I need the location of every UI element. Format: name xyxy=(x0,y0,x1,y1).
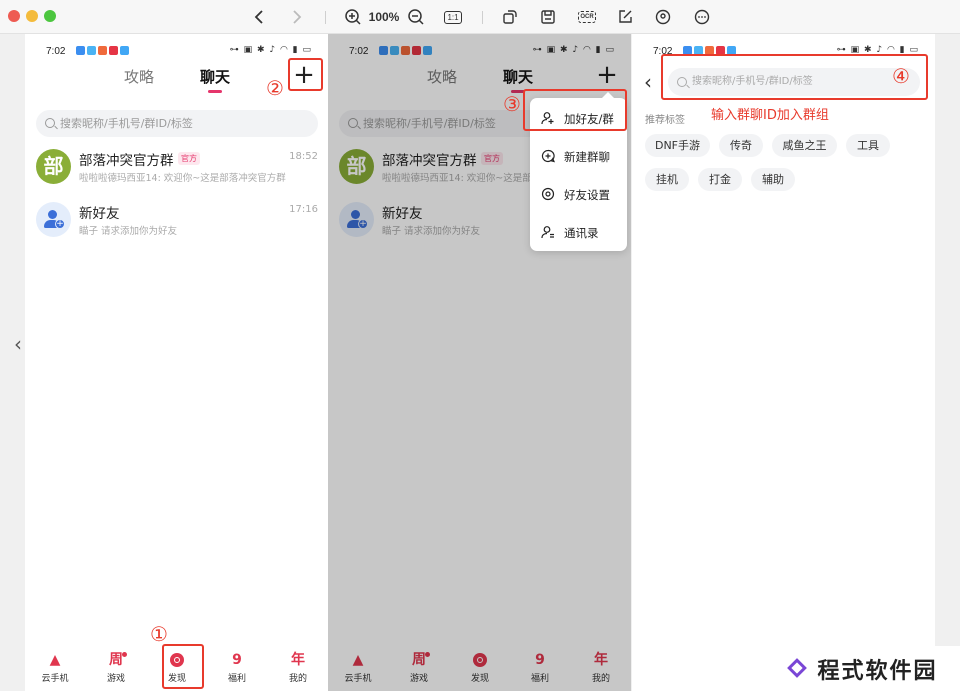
friend-settings-icon xyxy=(541,187,555,201)
nav-label: 云手机 xyxy=(41,674,69,684)
app-notification-icon xyxy=(98,46,107,55)
app-notification-icon xyxy=(76,46,85,55)
menu-label: 通讯录 xyxy=(564,226,599,240)
actual-size-label: 1:1 xyxy=(444,10,462,24)
menu-label: 新建群聊 xyxy=(564,150,610,164)
new-friend-avatar-icon: + xyxy=(36,202,71,237)
step-marker-1: ① xyxy=(150,622,168,646)
official-badge: 官方 xyxy=(178,152,200,165)
tag-chip[interactable]: 传奇 xyxy=(719,134,763,157)
profile-icon: 年 xyxy=(291,652,305,668)
cloud-phone-icon: ▲ xyxy=(49,652,61,668)
nav-games[interactable]: 周 游戏 xyxy=(96,651,136,684)
week-icon: 周 xyxy=(109,652,123,668)
ocr-label: OCR xyxy=(578,11,596,23)
actual-size-button[interactable]: 1:1 xyxy=(443,5,463,29)
welfare-icon: 9 xyxy=(232,652,242,668)
chat-name: 新好友 xyxy=(79,206,120,222)
zoom-level[interactable]: 100% xyxy=(368,5,400,29)
app-notification-icon xyxy=(120,46,129,55)
nav-label: 福利 xyxy=(227,674,246,684)
edit-icon[interactable] xyxy=(615,5,635,29)
new-group-icon xyxy=(541,149,556,163)
search-input[interactable]: 搜索昵称/手机号/群ID/标签 xyxy=(36,110,318,137)
rotate-icon[interactable] xyxy=(500,5,520,29)
highlight-box-add-friend xyxy=(523,89,627,131)
back-arrow-icon[interactable]: ‹ xyxy=(644,70,652,94)
phone-screen-menu: 7:02 ⊶ ▣ ✱ ♪ ◠ ▮ ▭ 攻略 聊天 + 搜索昵称/手机号/群ID/… xyxy=(328,34,631,691)
tag-chip[interactable]: 辅助 xyxy=(751,168,795,191)
nav-label: 我的 xyxy=(288,674,307,684)
contacts-icon xyxy=(541,225,555,239)
maximize-window-button[interactable] xyxy=(44,10,56,22)
brand-logo-icon xyxy=(787,658,809,680)
active-tab-indicator xyxy=(208,90,222,93)
zoom-out-icon[interactable] xyxy=(406,5,426,29)
menu-item-new-group[interactable]: 新建群聊 xyxy=(530,138,627,175)
chat-time: 17:16 xyxy=(289,204,318,215)
nav-welfare[interactable]: 9 福利 xyxy=(217,651,257,684)
phone-screen-chat: 7:02 ⊶ ▣ ✱ ♪ ◠ ▮ ▭ 攻略 聊天 + ② 搜索昵称/手机号/群I… xyxy=(25,34,328,691)
step-marker-2: ② xyxy=(266,76,284,100)
menu-label: 好友设置 xyxy=(564,188,610,202)
tab-chat[interactable]: 聊天 xyxy=(200,66,230,87)
save-icon[interactable] xyxy=(538,5,558,29)
viewer-toolbar: 100% 1:1 OCR xyxy=(0,0,960,34)
step-marker-3: ③ xyxy=(503,92,521,116)
menu-item-friend-settings[interactable]: 好友设置 xyxy=(530,176,627,213)
status-app-icons xyxy=(76,46,129,55)
highlight-box-search xyxy=(661,54,928,100)
status-indicators: ⊶ ▣ ✱ ♪ ◠ ▮ ▭ xyxy=(229,45,312,55)
app-notification-icon xyxy=(109,46,118,55)
location-pin-icon[interactable] xyxy=(653,5,673,29)
chat-preview: 瞄子 请求添加你为好友 xyxy=(79,226,178,237)
watermark-text: 程式软件园 xyxy=(817,658,938,684)
recommended-tags-label: 推荐标签 xyxy=(645,115,685,126)
chat-item-group[interactable]: 部 部落冲突官方群 官方 18:52 啦啦啦德玛西亚14: 欢迎你~这是部落冲突… xyxy=(36,149,318,195)
search-placeholder: 搜索昵称/手机号/群ID/标签 xyxy=(60,117,193,130)
tag-chip[interactable]: 咸鱼之王 xyxy=(772,134,837,157)
nav-cloud-phone[interactable]: ▲ 云手机 xyxy=(35,651,75,684)
tab-guides[interactable]: 攻略 xyxy=(124,66,154,87)
tag-chip[interactable]: 挂机 xyxy=(645,168,689,191)
chat-preview: 啦啦啦德玛西亚14: 欢迎你~这是部落冲突官方群 xyxy=(79,173,286,184)
chat-time: 18:52 xyxy=(289,151,318,162)
nav-profile[interactable]: 年 我的 xyxy=(278,651,318,684)
tag-chip[interactable]: DNF手游 xyxy=(645,134,710,157)
chat-item-new-friend[interactable]: + 新好友 17:16 瞄子 请求添加你为好友 xyxy=(36,202,318,248)
watermark: 程式软件园 xyxy=(765,646,960,691)
highlight-box-discover xyxy=(162,644,204,689)
annotation-text: 输入群聊ID加入群组 xyxy=(711,108,829,123)
highlight-box-plus xyxy=(288,58,323,91)
more-options-icon[interactable] xyxy=(692,5,712,29)
search-icon xyxy=(45,118,55,128)
tag-chip[interactable]: 打金 xyxy=(698,168,742,191)
group-avatar: 部 xyxy=(36,149,71,184)
nav-label: 游戏 xyxy=(106,674,125,684)
close-window-button[interactable] xyxy=(8,10,20,22)
back-arrow-icon[interactable] xyxy=(249,5,269,29)
tag-chip[interactable]: 工具 xyxy=(846,134,890,157)
app-notification-icon xyxy=(87,46,96,55)
chat-name: 部落冲突官方群 xyxy=(79,153,174,169)
status-bar: 7:02 ⊶ ▣ ✱ ♪ ◠ ▮ ▭ xyxy=(25,34,328,66)
status-time: 7:02 xyxy=(46,46,66,57)
ocr-icon[interactable]: OCR xyxy=(576,5,598,29)
step-marker-4: ④ xyxy=(892,64,910,88)
zoom-in-icon[interactable] xyxy=(343,5,363,29)
phone-screen-search: 7:02 ⊶ ▣ ✱ ♪ ◠ ▮ ▭ ‹ 搜索昵称/手机号/群ID/标签 ④ 输… xyxy=(632,34,935,691)
notification-dot xyxy=(122,652,127,657)
menu-item-contacts[interactable]: 通讯录 xyxy=(530,214,627,251)
minimize-window-button[interactable] xyxy=(26,10,38,22)
forward-arrow-icon[interactable] xyxy=(287,5,307,29)
